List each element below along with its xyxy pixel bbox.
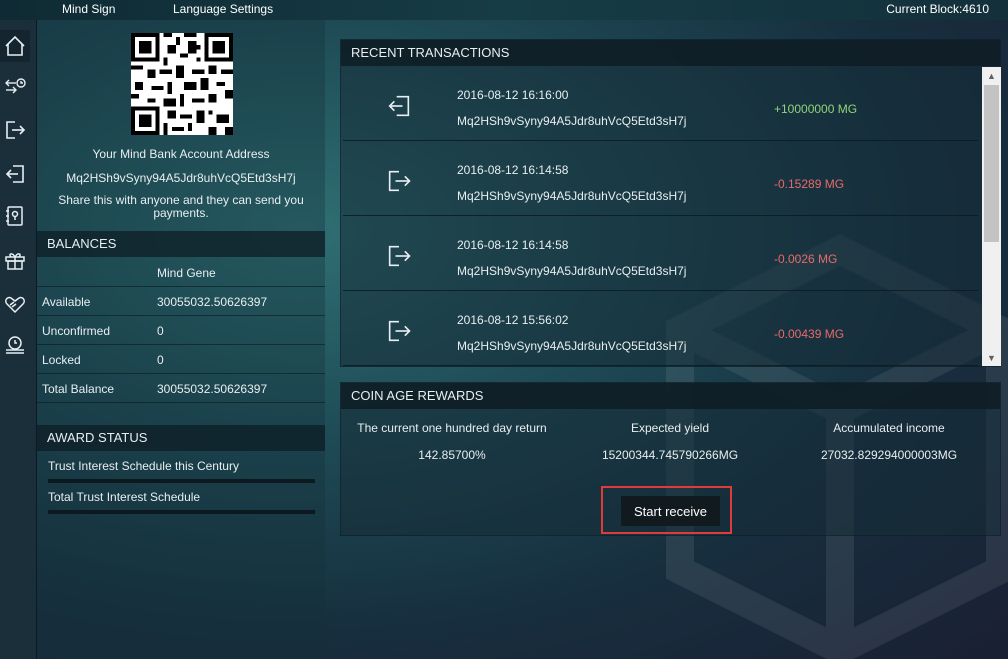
reward-label-yield: Expected yield — [630, 421, 710, 435]
menu-language-settings[interactable]: Language Settings — [173, 2, 273, 16]
top-menu-bar: Mind Sign Language Settings Current Bloc… — [0, 0, 1008, 20]
send-icon — [388, 170, 411, 192]
account-address-title: Your Mind Bank Account Address — [92, 147, 270, 161]
transactions-scrollbar[interactable]: ▲ ▼ — [982, 67, 1001, 366]
reward-value-yield: 15200344.745790266MG — [601, 448, 739, 462]
gift-icon — [5, 253, 25, 270]
transaction-amount: -0.0026 MG — [774, 252, 838, 266]
nav-donate[interactable] — [0, 288, 30, 320]
award-item-total: Total Trust Interest Schedule — [48, 490, 201, 504]
balances-column-header: Mind Gene — [157, 266, 216, 280]
recent-transactions-panel: RECENT TRANSACTIONS 2016-08-12 16:16:00 … — [340, 39, 1001, 367]
transaction-row[interactable]: 2016-08-12 16:16:00 Mq2HSh9vSyny94A5Jdr8… — [343, 67, 978, 141]
transaction-address: Mq2HSh9vSyny94A5Jdr8uhVcQ5Etd3sH7j — [457, 264, 687, 278]
recent-transactions-heading: RECENT TRANSACTIONS — [341, 40, 1000, 66]
balance-label: Available — [42, 295, 91, 309]
balance-label: Total Balance — [42, 382, 115, 396]
start-receive-button[interactable]: Start receive — [621, 496, 720, 526]
nav-coins[interactable] — [0, 330, 30, 362]
balance-row-locked: Locked 0 — [37, 345, 325, 374]
balance-value: 0 — [157, 324, 164, 338]
award-progress-bar — [48, 510, 315, 514]
balance-row-unconfirmed: Unconfirmed 0 — [37, 316, 325, 345]
transaction-date: 2016-08-12 16:14:58 — [457, 238, 569, 252]
transaction-address: Mq2HSh9vSyny94A5Jdr8uhVcQ5Etd3sH7j — [457, 114, 687, 128]
award-status-heading: AWARD STATUS — [37, 425, 325, 451]
scroll-thumb[interactable] — [984, 85, 999, 242]
coin-age-rewards-panel: COIN AGE REWARDS The current one hundred… — [340, 382, 1001, 536]
balance-label: Unconfirmed — [42, 324, 111, 338]
heart-hand-icon — [5, 296, 25, 314]
menu-mind-sign[interactable]: Mind Sign — [62, 2, 115, 16]
transaction-address: Mq2HSh9vSyny94A5Jdr8uhVcQ5Etd3sH7j — [457, 189, 687, 203]
award-item-century: Trust Interest Schedule this Century — [48, 459, 239, 473]
balance-row-total: Total Balance 30055032.50626397 — [37, 374, 325, 403]
send-icon — [388, 320, 411, 342]
address-book-icon — [6, 206, 23, 226]
balance-value: 0 — [157, 353, 164, 367]
account-panel: Your Mind Bank Account Address Mq2HSh9vS… — [37, 20, 325, 659]
balances-header-row: Mind Gene — [37, 258, 325, 287]
qr-code — [131, 33, 233, 135]
transaction-list[interactable]: 2016-08-12 16:16:00 Mq2HSh9vSyny94A5Jdr8… — [341, 67, 982, 366]
receive-icon — [388, 95, 410, 117]
current-block-label: Current Block:4610 — [886, 2, 989, 16]
coin-age-rewards-heading: COIN AGE REWARDS — [341, 383, 1000, 409]
balance-value: 30055032.50626397 — [157, 382, 268, 396]
receive-icon — [5, 165, 24, 183]
balances-heading: BALANCES — [37, 231, 325, 257]
scroll-down-icon[interactable]: ▼ — [982, 349, 1001, 366]
send-icon — [388, 245, 411, 267]
nav-send[interactable] — [0, 114, 30, 146]
balance-row-available: Available 30055032.50626397 — [37, 287, 325, 316]
transaction-date: 2016-08-12 16:16:00 — [457, 88, 569, 102]
nav-home[interactable] — [0, 30, 30, 62]
transaction-row[interactable]: 2016-08-12 15:56:02 Mq2HSh9vSyny94A5Jdr8… — [343, 292, 978, 366]
transaction-amount: +10000000 MG — [774, 102, 858, 116]
transaction-address: Mq2HSh9vSyny94A5Jdr8uhVcQ5Etd3sH7j — [457, 339, 687, 353]
coins-icon — [6, 336, 24, 354]
reward-value-return: 142.85700% — [418, 448, 486, 462]
balance-label: Locked — [42, 353, 81, 367]
award-progress-bar — [48, 479, 315, 483]
account-address[interactable]: Mq2HSh9vSyny94A5Jdr8uhVcQ5Etd3sH7j — [37, 171, 325, 185]
reward-label-return: The current one hundred day return — [357, 421, 547, 435]
reward-value-income: 27032.829294000003MG — [820, 448, 958, 462]
balance-value: 30055032.50626397 — [157, 295, 268, 309]
nav-gift[interactable] — [0, 244, 30, 276]
transaction-date: 2016-08-12 16:14:58 — [457, 163, 569, 177]
send-icon — [6, 121, 26, 139]
sidebar-nav — [0, 20, 37, 659]
transfer-history-icon — [5, 78, 26, 94]
transaction-amount: -0.00439 MG — [774, 327, 845, 341]
nav-receive[interactable] — [0, 158, 30, 190]
transaction-row[interactable]: 2016-08-12 16:14:58 Mq2HSh9vSyny94A5Jdr8… — [343, 142, 978, 216]
nav-address-book[interactable] — [0, 200, 30, 232]
transaction-row[interactable]: 2016-08-12 16:14:58 Mq2HSh9vSyny94A5Jdr8… — [343, 217, 978, 291]
start-receive-highlight: Start receive — [601, 486, 732, 534]
transaction-amount: -0.15289 MG — [774, 177, 845, 191]
account-share-hint: Share this with anyone and they can send… — [58, 193, 304, 220]
home-icon — [5, 35, 25, 56]
reward-label-income: Accumulated income — [833, 421, 945, 435]
transaction-date: 2016-08-12 15:56:02 — [457, 313, 569, 327]
nav-transfer-history[interactable] — [0, 70, 30, 102]
scroll-up-icon[interactable]: ▲ — [982, 67, 1001, 84]
